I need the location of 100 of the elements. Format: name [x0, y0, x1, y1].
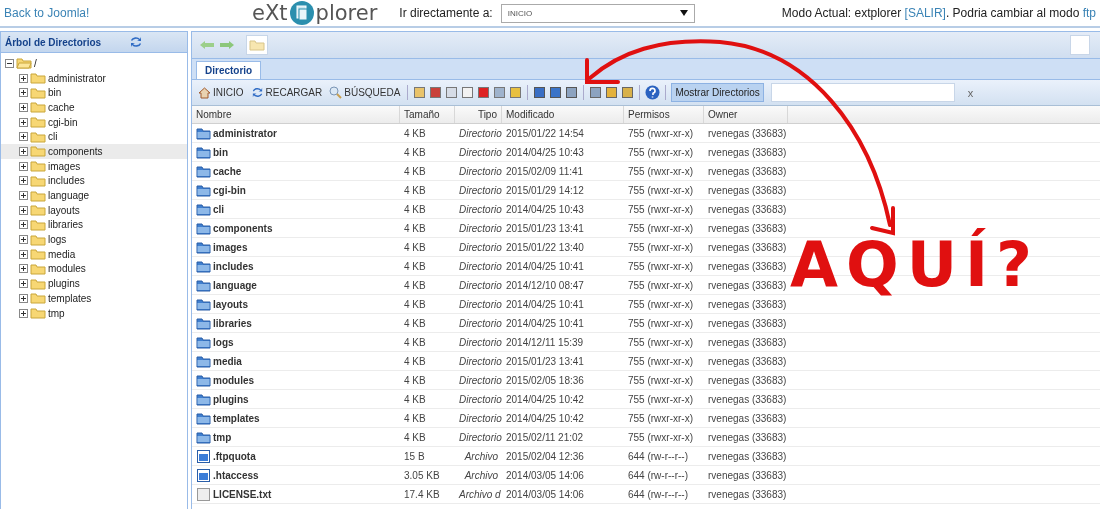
logout-link[interactable]: [SALIR] — [904, 6, 946, 20]
folder-icon — [30, 204, 46, 217]
file-name: administrator — [213, 127, 277, 139]
tab[interactable]: Directorio — [196, 61, 262, 79]
file-name: modules — [213, 374, 255, 386]
tree-item[interactable]: cli — [1, 129, 187, 145]
column-header[interactable]: Tipo — [455, 106, 502, 123]
table-cell-text: 4 KB — [403, 431, 427, 443]
expand-icon[interactable] — [19, 249, 28, 259]
folder-icon — [30, 218, 46, 231]
logo-text: eXt — [252, 1, 288, 25]
folder-icon — [30, 145, 46, 158]
tree-item[interactable]: tmp — [1, 305, 187, 321]
tree-item[interactable]: cgi-bin — [1, 114, 187, 130]
tree-item[interactable]: bin — [1, 85, 187, 101]
tree-item[interactable]: components — [1, 144, 187, 159]
table-cell-text: 4 KB — [403, 336, 427, 348]
back-link[interactable]: Back to Joomla! — [4, 6, 244, 20]
expand-icon[interactable] — [19, 102, 28, 112]
open-folder-icon — [16, 57, 32, 70]
expand-icon[interactable] — [19, 117, 28, 127]
table-cell-text: Directorio — [458, 203, 502, 215]
column-header[interactable]: Nombre — [192, 106, 400, 123]
tree-item[interactable]: images — [1, 158, 187, 174]
table-cell-text: 2015/01/23 13:41 — [505, 222, 585, 234]
expand-icon[interactable] — [19, 220, 28, 230]
filter-field[interactable] — [770, 83, 955, 102]
directory-select[interactable]: INICIO — [500, 3, 695, 23]
tree-item[interactable]: logs — [1, 232, 187, 247]
tree-item[interactable]: includes — [1, 173, 187, 189]
tree-item[interactable]: media — [1, 246, 187, 262]
tree-item[interactable]: / — [1, 56, 187, 71]
column-header[interactable]: Tamaño — [400, 106, 455, 123]
expand-icon[interactable] — [19, 293, 28, 303]
table-cell-text: 15 B — [403, 450, 426, 462]
file-name: plugins — [213, 393, 249, 405]
tree-item[interactable]: cache — [1, 100, 187, 115]
help-icon[interactable] — [645, 85, 661, 100]
table-cell-text: 4 KB — [403, 260, 427, 272]
expand-icon[interactable] — [19, 264, 28, 274]
reload-icon[interactable] — [129, 35, 144, 49]
expand-icon[interactable] — [19, 308, 28, 318]
table-cell-text: 4 KB — [403, 412, 427, 424]
expand-icon[interactable] — [19, 235, 28, 245]
tree-item[interactable]: templates — [1, 291, 187, 306]
tree-item[interactable]: layouts — [1, 202, 187, 218]
table-cell-text: 2015/02/11 21:02 — [505, 431, 585, 443]
table-cell-text: rvenegas (33683) — [707, 450, 788, 462]
logo-text: plorer — [315, 1, 378, 25]
expand-icon[interactable] — [19, 279, 28, 289]
table-cell-text: 755 (rwxr-xr-x) — [627, 127, 694, 139]
table-cell-text: 4 KB — [403, 146, 427, 158]
table-cell-text: 2014/04/25 10:43 — [505, 146, 585, 158]
expand-icon[interactable] — [19, 191, 28, 201]
expand-icon[interactable] — [19, 146, 28, 156]
table-cell-text: 2015/02/05 18:36 — [505, 374, 585, 386]
table-cell-text: Directorio — [458, 374, 502, 386]
table-cell-text: 4 KB — [403, 298, 427, 310]
search-button[interactable]: BÚSQUEDA — [327, 86, 403, 99]
table-cell-text: 4 KB — [403, 355, 427, 367]
expand-icon[interactable] — [19, 161, 28, 171]
table-cell-text: rvenegas (33683) — [707, 431, 788, 443]
table-cell-text: rvenegas (33683) — [707, 241, 788, 253]
column-header[interactable]: Permisos — [624, 106, 704, 123]
clear-button[interactable]: x — [961, 85, 980, 100]
table-cell-text: 2014/04/25 10:42 — [505, 412, 585, 424]
file-name: language — [213, 279, 257, 291]
column-header[interactable]: Owner — [704, 106, 788, 123]
tree-item[interactable]: administrator — [1, 70, 187, 86]
table-cell-text: 644 (rw-r--r--) — [627, 450, 689, 462]
folder-icon — [30, 307, 46, 320]
table-cell-text: 2014/03/05 14:06 — [505, 469, 585, 481]
path-field[interactable] — [1070, 35, 1090, 55]
folder-icon — [30, 233, 46, 246]
ftp-link[interactable]: ftp — [1082, 6, 1096, 20]
expand-icon[interactable] — [19, 88, 28, 98]
home-button[interactable]: INICIO — [196, 86, 246, 99]
folder-icon — [30, 101, 46, 114]
file-name: libraries — [213, 317, 252, 329]
table-cell-text: Directorio — [458, 165, 502, 177]
table-cell-text: Directorio — [458, 412, 502, 424]
collapse-icon[interactable] — [5, 58, 14, 68]
table-cell-text: rvenegas (33683) — [707, 222, 788, 234]
table-cell-text: Archivo — [463, 450, 499, 462]
table-cell-text: rvenegas (33683) — [707, 355, 788, 367]
table-cell-text: 2014/04/25 10:41 — [505, 298, 585, 310]
column-header[interactable]: Modificado — [502, 106, 624, 123]
show-directories-toggle[interactable]: Mostrar Directorios — [671, 83, 764, 102]
file-name: media — [213, 355, 242, 367]
table-cell-text: 2015/01/22 13:40 — [505, 241, 585, 253]
expand-icon[interactable] — [19, 73, 28, 83]
table-cell-text: 4 KB — [403, 165, 427, 177]
tree-item[interactable]: language — [1, 188, 187, 203]
tree-item[interactable]: libraries — [1, 217, 187, 233]
reload-button[interactable]: RECARGAR — [248, 86, 325, 99]
tree-item[interactable]: modules — [1, 261, 187, 277]
expand-icon[interactable] — [19, 205, 28, 215]
expand-icon[interactable] — [19, 176, 28, 186]
tree-item[interactable]: plugins — [1, 276, 187, 291]
expand-icon[interactable] — [19, 132, 28, 142]
